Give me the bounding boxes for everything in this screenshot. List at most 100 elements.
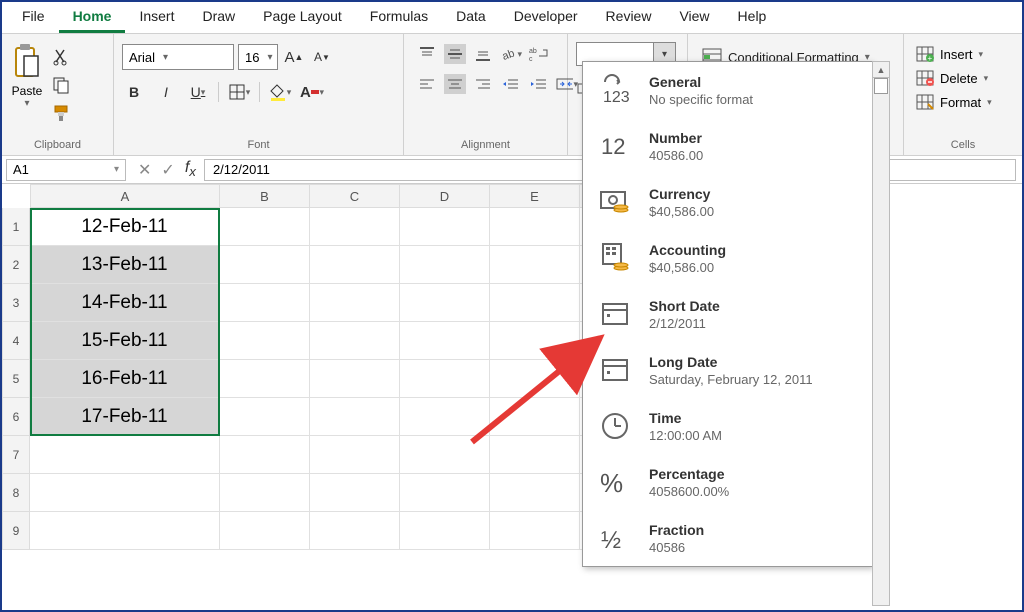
cell-A1[interactable]: 12-Feb-11 [30,208,220,246]
cell-E2[interactable] [490,246,580,284]
row-header-7[interactable]: 7 [2,436,30,474]
wrap-text-icon[interactable]: abc [528,44,550,64]
tab-draw[interactable]: Draw [188,2,249,33]
borders-icon[interactable]: ▾ [227,80,251,104]
cell-B7[interactable] [220,436,310,474]
row-header-8[interactable]: 8 [2,474,30,512]
increase-indent-icon[interactable] [528,74,550,94]
cell-A4[interactable]: 15-Feb-11 [30,322,220,360]
cell-E5[interactable] [490,360,580,398]
underline-button[interactable]: U ▾ [186,80,210,104]
cell-D9[interactable] [400,512,490,550]
cell-A3[interactable]: 14-Feb-11 [30,284,220,322]
format-option-time[interactable]: Time12:00:00 AM [583,398,872,454]
row-header-4[interactable]: 4 [2,322,30,360]
row-header-5[interactable]: 5 [2,360,30,398]
cell-A8[interactable] [30,474,220,512]
column-header-A[interactable]: A [30,184,220,208]
cell-E7[interactable] [490,436,580,474]
font-name-dropdown[interactable]: Arial [122,44,234,70]
font-color-icon[interactable]: A▾ [300,80,324,104]
cell-E6[interactable] [490,398,580,436]
format-option-accounting[interactable]: Accounting$40,586.00 [583,230,872,286]
cell-D1[interactable] [400,208,490,246]
fx-icon[interactable]: fx [185,159,196,179]
format-cells-button[interactable]: Format▾ [912,92,996,112]
tab-data[interactable]: Data [442,2,500,33]
cell-E4[interactable] [490,322,580,360]
cell-C3[interactable] [310,284,400,322]
cell-A2[interactable]: 13-Feb-11 [30,246,220,284]
enter-icon[interactable]: ✓ [161,160,174,180]
cell-C2[interactable] [310,246,400,284]
cell-D3[interactable] [400,284,490,322]
cell-C8[interactable] [310,474,400,512]
cell-D4[interactable] [400,322,490,360]
tab-page-layout[interactable]: Page Layout [249,2,356,33]
cell-C9[interactable] [310,512,400,550]
format-option-longdate[interactable]: Long DateSaturday, February 12, 2011 [583,342,872,398]
column-header-E[interactable]: E [490,184,580,208]
align-center-icon[interactable] [444,74,466,94]
format-painter-icon[interactable] [50,102,72,124]
cell-A9[interactable] [30,512,220,550]
cell-D8[interactable] [400,474,490,512]
delete-cells-button[interactable]: Delete▾ [912,68,996,88]
cell-B3[interactable] [220,284,310,322]
italic-button[interactable]: I [154,80,178,104]
cell-C1[interactable] [310,208,400,246]
cell-C7[interactable] [310,436,400,474]
paste-icon[interactable] [10,42,44,82]
chevron-down-icon[interactable]: ▾ [24,98,29,109]
cell-D5[interactable] [400,360,490,398]
row-header-9[interactable]: 9 [2,512,30,550]
cell-A6[interactable]: 17-Feb-11 [30,398,220,436]
column-header-C[interactable]: C [310,184,400,208]
align-bottom-icon[interactable] [472,44,494,64]
cell-B6[interactable] [220,398,310,436]
name-box[interactable]: A1 [6,159,126,181]
cell-B8[interactable] [220,474,310,512]
cell-B1[interactable] [220,208,310,246]
column-header-B[interactable]: B [220,184,310,208]
tab-help[interactable]: Help [724,2,781,33]
decrease-font-icon[interactable]: A▼ [310,45,334,69]
copy-icon[interactable] [50,74,72,96]
tab-home[interactable]: Home [59,2,126,33]
font-size-dropdown[interactable]: 16 [238,44,278,70]
dropdown-scrollbar[interactable]: ▲ [872,61,890,606]
cell-E3[interactable] [490,284,580,322]
tab-formulas[interactable]: Formulas [356,2,442,33]
format-option-number[interactable]: 12 Number40586.00 [583,118,872,174]
paste-button[interactable]: Paste [12,84,43,98]
tab-view[interactable]: View [665,2,723,33]
row-header-2[interactable]: 2 [2,246,30,284]
decrease-indent-icon[interactable] [500,74,522,94]
cell-E9[interactable] [490,512,580,550]
cell-C5[interactable] [310,360,400,398]
cell-C4[interactable] [310,322,400,360]
scrollbar-thumb[interactable] [874,78,888,94]
tab-developer[interactable]: Developer [500,2,592,33]
row-header-6[interactable]: 6 [2,398,30,436]
cell-B5[interactable] [220,360,310,398]
column-header-D[interactable]: D [400,184,490,208]
cell-E8[interactable] [490,474,580,512]
tab-insert[interactable]: Insert [125,2,188,33]
cell-D2[interactable] [400,246,490,284]
format-option-currency[interactable]: Currency$40,586.00 [583,174,872,230]
row-header-3[interactable]: 3 [2,284,30,322]
increase-font-icon[interactable]: A▲ [282,45,306,69]
format-option-general[interactable]: 123 GeneralNo specific format [583,62,872,118]
cell-B4[interactable] [220,322,310,360]
bold-button[interactable]: B [122,80,146,104]
cell-D7[interactable] [400,436,490,474]
orientation-icon[interactable]: ab▾ [500,44,522,64]
tab-review[interactable]: Review [592,2,666,33]
cell-A7[interactable] [30,436,220,474]
format-option-shortdate[interactable]: Short Date2/12/2011 [583,286,872,342]
cut-icon[interactable] [50,46,72,68]
cancel-icon[interactable]: ✕ [138,160,151,180]
row-header-1[interactable]: 1 [2,208,30,246]
cell-C6[interactable] [310,398,400,436]
